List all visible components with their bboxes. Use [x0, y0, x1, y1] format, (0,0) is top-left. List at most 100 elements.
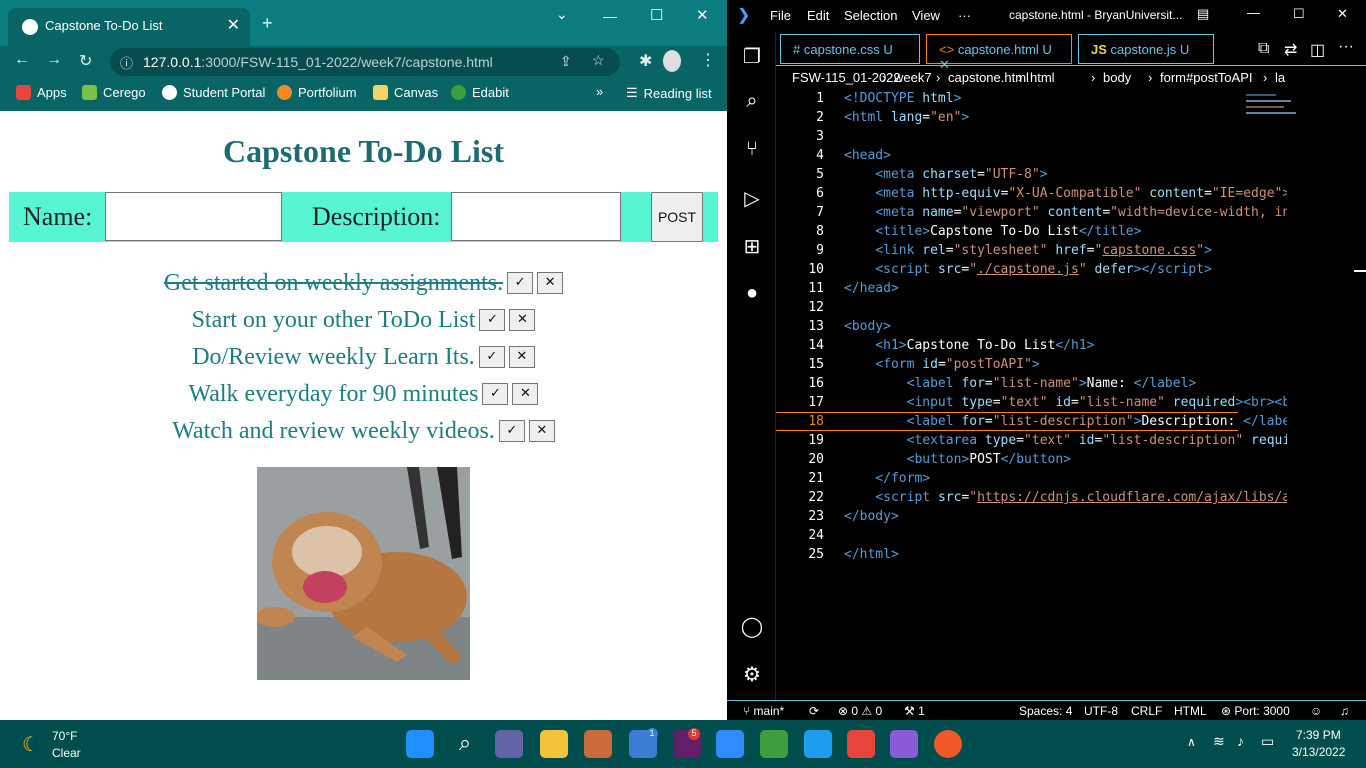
- bookmark-portfolium[interactable]: Portfolium: [277, 85, 357, 100]
- code-line[interactable]: <meta http-equiv="X-UA-Compatible" conte…: [844, 186, 1287, 201]
- delete-button[interactable]: ✕: [509, 309, 536, 332]
- github-icon[interactable]: ●: [740, 282, 764, 306]
- source-control-icon[interactable]: ⑂: [740, 138, 764, 162]
- code-line[interactable]: <meta name="viewport" content="width=dev…: [844, 205, 1287, 220]
- volume-icon[interactable]: ♪: [1237, 733, 1244, 749]
- menu-file[interactable]: File: [770, 8, 791, 23]
- breadcrumb-item[interactable]: capstone.html: [948, 70, 1029, 85]
- chrome-taskbar-icon[interactable]: [847, 730, 875, 758]
- code-line[interactable]: <script src="https://cdnjs.cloudflare.co…: [844, 490, 1287, 505]
- new-tab-icon[interactable]: +: [262, 13, 273, 34]
- layout-icon[interactable]: ▤: [1197, 6, 1209, 22]
- close-window-icon[interactable]: ✕: [696, 6, 709, 24]
- code-line[interactable]: <title>Capstone To-Do List</title>: [844, 224, 1287, 239]
- extensions-icon[interactable]: ⊞: [740, 234, 764, 258]
- minimize-icon[interactable]: —: [1247, 5, 1260, 20]
- profile-avatar[interactable]: [663, 50, 681, 72]
- minimap[interactable]: [1244, 90, 1304, 140]
- live-server-port[interactable]: ⊛ Port: 3000: [1221, 704, 1290, 718]
- node-icon[interactable]: [760, 730, 788, 758]
- code-line[interactable]: <body>: [844, 319, 1287, 334]
- close-window-icon[interactable]: ✕: [1337, 6, 1348, 22]
- delete-button[interactable]: ✕: [512, 383, 539, 406]
- tab-capstone-js[interactable]: JS capstone.js U: [1078, 34, 1214, 64]
- feedback-icon[interactable]: ☺: [1310, 704, 1322, 718]
- tray-chevron-icon[interactable]: ∧: [1187, 735, 1196, 749]
- file-explorer-icon[interactable]: [540, 730, 568, 758]
- code-line[interactable]: <link rel="stylesheet" href="capstone.cs…: [844, 243, 1287, 258]
- zoom-icon[interactable]: [716, 730, 744, 758]
- chevron-down-icon[interactable]: ⌄: [556, 6, 568, 23]
- back-icon[interactable]: ←: [14, 51, 30, 69]
- complete-button[interactable]: ✓: [482, 383, 509, 406]
- breadcrumb-item[interactable]: week7: [894, 70, 932, 85]
- reload-icon[interactable]: ↻: [79, 51, 92, 71]
- info-icon[interactable]: ⓘ: [120, 53, 133, 72]
- post-button[interactable]: POST: [651, 192, 703, 242]
- code-line[interactable]: <input type="text" id="list-name" requir…: [844, 395, 1287, 410]
- compare-icon[interactable]: ⇄: [1284, 40, 1297, 60]
- code-line[interactable]: <label for="list-description">Descriptio…: [844, 414, 1287, 429]
- bookmark-apps[interactable]: Apps: [16, 85, 67, 100]
- description-textarea[interactable]: [451, 192, 621, 241]
- forward-icon[interactable]: →: [46, 51, 62, 69]
- code-line[interactable]: </head>: [844, 281, 1287, 296]
- bookmark-edabit[interactable]: Edabit: [451, 85, 509, 100]
- code-line[interactable]: <textarea type="text" id="list-descripti…: [844, 433, 1287, 448]
- code-line[interactable]: <meta charset="UTF-8">: [844, 167, 1287, 182]
- sync-icon[interactable]: ⟳: [809, 704, 819, 718]
- share-icon[interactable]: ⇪: [560, 53, 572, 70]
- chrome-profile-icon[interactable]: [584, 730, 612, 758]
- menu-more[interactable]: ···: [958, 8, 971, 23]
- wifi-icon[interactable]: ≋: [1213, 733, 1225, 750]
- code-line[interactable]: <script src="./capstone.js" defer></scri…: [844, 262, 1287, 277]
- settings-gear-icon[interactable]: ⚙: [740, 662, 764, 686]
- delete-button[interactable]: ✕: [508, 346, 535, 369]
- code-line[interactable]: <head>: [844, 148, 1287, 163]
- breadcrumb-item[interactable]: la: [1275, 70, 1285, 85]
- code-line[interactable]: </html>: [844, 547, 1287, 562]
- code-line[interactable]: <form id="postToAPI">: [844, 357, 1287, 372]
- weather-temp[interactable]: 70°F: [52, 729, 77, 743]
- postman-icon[interactable]: [934, 730, 962, 758]
- maximize-icon[interactable]: ☐: [650, 6, 663, 24]
- extensions-icon[interactable]: ✱: [639, 51, 652, 71]
- code-line[interactable]: <html lang="en">: [844, 110, 1287, 125]
- explorer-icon[interactable]: ❐: [740, 44, 764, 68]
- breadcrumb-item[interactable]: body: [1103, 70, 1131, 85]
- encoding-status[interactable]: UTF-8: [1084, 704, 1118, 718]
- clock-date[interactable]: 3/13/2022: [1292, 745, 1345, 759]
- code-line[interactable]: </body>: [844, 509, 1287, 524]
- branch-status[interactable]: ⑂ main*: [743, 704, 784, 718]
- notifications-bell-icon[interactable]: ♫: [1340, 704, 1349, 718]
- delete-button[interactable]: ✕: [528, 420, 555, 443]
- ports-status[interactable]: ⚒ 1: [904, 704, 925, 718]
- indent-status[interactable]: Spaces: 4: [1019, 704, 1072, 718]
- eol-status[interactable]: CRLF: [1131, 704, 1162, 718]
- close-tab-icon[interactable]: ✕: [227, 15, 240, 35]
- bookmark-student-portal[interactable]: Student Portal: [162, 85, 265, 100]
- minimize-icon[interactable]: —: [603, 8, 617, 24]
- code-line[interactable]: <h1>Capstone To-Do List</h1>: [844, 338, 1287, 353]
- code-line[interactable]: <label for="list-name">Name: </label>: [844, 376, 1287, 391]
- open-preview-icon[interactable]: ⧉: [1258, 40, 1269, 58]
- bookmark-cerego[interactable]: Cerego: [82, 85, 146, 100]
- search-icon[interactable]: ⌕: [451, 730, 479, 758]
- tab-capstone-html[interactable]: <> capstone.html U ✕: [926, 34, 1072, 72]
- code-line[interactable]: <button>POST</button>: [844, 452, 1287, 467]
- tab-capstone-css[interactable]: # capstone.css U: [780, 34, 920, 64]
- bookmark-canvas[interactable]: Canvas: [373, 85, 438, 100]
- search-icon[interactable]: ⌕: [740, 90, 764, 114]
- bookmark-star-icon[interactable]: ☆: [592, 52, 605, 69]
- vscode-taskbar-icon[interactable]: [804, 730, 832, 758]
- menu-icon[interactable]: ⋮: [700, 50, 716, 70]
- complete-button[interactable]: ✓: [507, 272, 534, 295]
- start-button-icon[interactable]: [406, 730, 434, 758]
- split-editor-icon[interactable]: ◫: [1310, 40, 1325, 60]
- gitkraken-icon[interactable]: [890, 730, 918, 758]
- complete-button[interactable]: ✓: [498, 420, 525, 443]
- breadcrumb-item[interactable]: form#postToAPI: [1160, 70, 1253, 85]
- account-icon[interactable]: ◯: [740, 614, 764, 638]
- reading-list[interactable]: ☰ Reading list: [626, 85, 712, 101]
- menu-view[interactable]: View: [912, 8, 940, 23]
